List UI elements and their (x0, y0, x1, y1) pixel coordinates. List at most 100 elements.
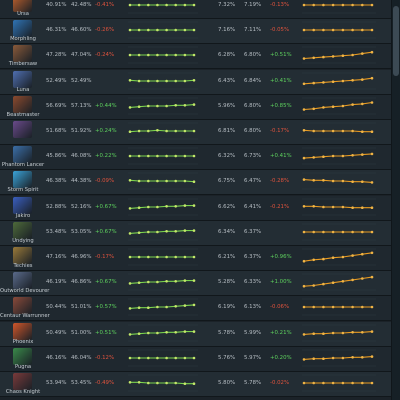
table-row[interactable]: Beastmaster 56.69% 57.13% +0.44% 5.96% 6.80% +… (0, 94, 400, 120)
sparkline-point (312, 129, 315, 133)
table-row[interactable]: Luna 52.49% 52.49% 6.43% 6.84% +0.41% (0, 69, 400, 95)
sparkline-point (137, 281, 141, 285)
table-row[interactable]: Techies 47.16% 46.96% -0.17% 6.21% 6.37% +0.96… (0, 246, 400, 271)
win-rate-current: 51.01% (71, 304, 92, 311)
sparkline-point (183, 103, 187, 107)
win-rate-current: 52.49% (71, 77, 92, 84)
pick-rate-current: 6.41% (244, 203, 262, 210)
hero-portrait[interactable] (13, 297, 32, 315)
table-row[interactable]: Phoenix 50.49% 51.00% +0.51% 5.78% 5.99% +0.21… (0, 321, 400, 347)
sparkline-point (302, 156, 306, 160)
table-row[interactable]: Timbersaw 47.28% 47.04% -0.24% 6.28% 6.80% +0.… (0, 44, 400, 70)
hero-name[interactable]: Luna (0, 87, 46, 93)
table-row[interactable]: Outworld Devourer 46.19% 46.86% +0.67% 5.28%… (0, 271, 400, 297)
hero-cell[interactable]: Chaos Knight (0, 372, 44, 397)
sparkline-point (302, 57, 306, 61)
hero-cell[interactable]: Outworld Devourer (0, 271, 49, 296)
hero-name[interactable]: Centaur Warrunner (0, 313, 50, 319)
table-row[interactable]: Phantom Lancer 45.86% 46.08% +0.22% 6.32% 6.7… (0, 145, 400, 171)
hero-portrait[interactable] (13, 221, 32, 239)
hero-name[interactable]: Chaos Knight (0, 389, 46, 395)
sparkline-point (361, 52, 364, 56)
table-row[interactable]: Undying 53.48% 53.05% +0.67% 6.34% 6.37% (0, 220, 400, 246)
win-rate-sparkline (128, 248, 198, 266)
hero-portrait[interactable] (13, 373, 32, 390)
sparkline-point (137, 79, 141, 82)
hero-name[interactable]: Pugna (0, 364, 46, 370)
hero-cell[interactable]: Phoenix (0, 322, 44, 347)
hero-portrait[interactable] (13, 196, 32, 214)
hero-cell[interactable]: Ursa (0, 0, 44, 19)
hero-name[interactable]: Jakiro (0, 213, 46, 219)
sparkline-point (370, 152, 374, 156)
sparkline-point (341, 28, 345, 32)
hero-portrait[interactable] (13, 20, 32, 38)
hero-cell[interactable]: Jakiro (0, 196, 44, 221)
table-row[interactable]: 51.68% 51.92% +0.24% 6.81% 6.80% -0.17% (0, 120, 400, 145)
hero-cell[interactable]: Luna (0, 70, 44, 95)
sparkline-point (128, 179, 132, 182)
table-row[interactable]: Ursa 40.91% 42.48% -0.41% 7.32% 7.19% -0.13% (0, 0, 400, 19)
sparkline-point (128, 78, 132, 82)
sparkline-point (312, 179, 315, 182)
sparkline-point (156, 356, 159, 360)
hero-cell[interactable] (0, 120, 44, 145)
table-row[interactable]: Centaur Warrunner 50.44% 51.01% +0.57% 6.19%… (0, 296, 400, 322)
win-rate-current: 51.92% (71, 128, 92, 134)
hero-name[interactable]: Morphling (0, 36, 46, 42)
hero-cell[interactable]: Pugna (0, 347, 44, 372)
hero-portrait[interactable] (13, 322, 32, 340)
hero-portrait[interactable] (13, 347, 32, 365)
hero-cell[interactable]: Centaur Warrunner (0, 296, 50, 321)
table-row[interactable]: Storm Spirit 46.38% 44.38% -0.09% 6.75% 6.47%… (0, 170, 400, 196)
sparkline-point (302, 129, 306, 132)
hero-name[interactable]: Techies (0, 263, 46, 269)
table-row[interactable]: Chaos Knight 53.94% 53.45% -0.49% 5.80% 5.78%… (0, 372, 400, 397)
hero-portrait[interactable] (13, 45, 32, 63)
table-row[interactable]: Morphling 46.31% 46.60% -0.26% 7.16% 7.11% -0.… (0, 19, 400, 45)
hero-cell[interactable]: Phantom Lancer (0, 145, 44, 170)
hero-portrait[interactable] (13, 70, 32, 88)
hero-name[interactable]: Outworld Devourer (0, 288, 49, 294)
win-rate-current: 57.13% (71, 102, 92, 109)
sparkline-point (351, 306, 354, 309)
hero-name[interactable]: Timbersaw (0, 61, 46, 67)
hero-cell[interactable]: Timbersaw (0, 44, 44, 69)
table-row[interactable]: Pugna 46.16% 46.04% -0.12% 5.76% 5.97% +0.20% (0, 346, 400, 372)
hero-portrait[interactable] (13, 121, 32, 138)
table-row[interactable]: Jakiro 52.88% 52.16% +0.67% 6.62% 6.41% -0.21% (0, 195, 400, 221)
win-rate-previous: 46.31% (46, 27, 67, 34)
sparkline-point (341, 129, 345, 133)
sparkline-point (128, 307, 132, 311)
hero-name[interactable]: Phantom Lancer (0, 162, 46, 168)
sparkline-point (331, 306, 335, 309)
hero-portrait[interactable] (13, 95, 32, 113)
hero-portrait[interactable] (13, 171, 32, 189)
pick-rate-change: -0.21% (270, 203, 290, 210)
hero-portrait[interactable] (13, 247, 32, 264)
sparkline-point (331, 55, 335, 59)
win-rate-previous: 52.88% (46, 203, 67, 210)
pick-rate-sparkline (302, 3, 376, 14)
hero-portrait[interactable] (13, 272, 32, 290)
win-rate-previous: 46.38% (46, 178, 67, 185)
sparkline-point (361, 230, 364, 234)
sparkline-point (370, 3, 374, 7)
sparkline-point (302, 230, 306, 234)
hero-cell[interactable]: Undying (0, 221, 44, 246)
hero-name[interactable]: Phoenix (0, 339, 46, 345)
sparkline-point (183, 255, 187, 259)
scrollbar-thumb[interactable] (393, 6, 399, 76)
hero-cell[interactable]: Techies (0, 246, 44, 271)
win-rate-change: +0.67% (95, 279, 117, 286)
hero-name[interactable]: Beastmaster (0, 112, 46, 118)
hero-cell[interactable]: Storm Spirit (0, 170, 44, 195)
vertical-scrollbar[interactable] (391, 0, 400, 400)
hero-portrait[interactable] (13, 146, 32, 164)
hero-name[interactable]: Storm Spirit (0, 187, 46, 193)
sparkline-point (341, 230, 345, 234)
hero-cell[interactable]: Beastmaster (0, 95, 44, 120)
hero-name[interactable]: Undying (0, 238, 46, 244)
hero-cell[interactable]: Morphling (0, 19, 44, 44)
hero-name[interactable]: Ursa (0, 11, 46, 17)
